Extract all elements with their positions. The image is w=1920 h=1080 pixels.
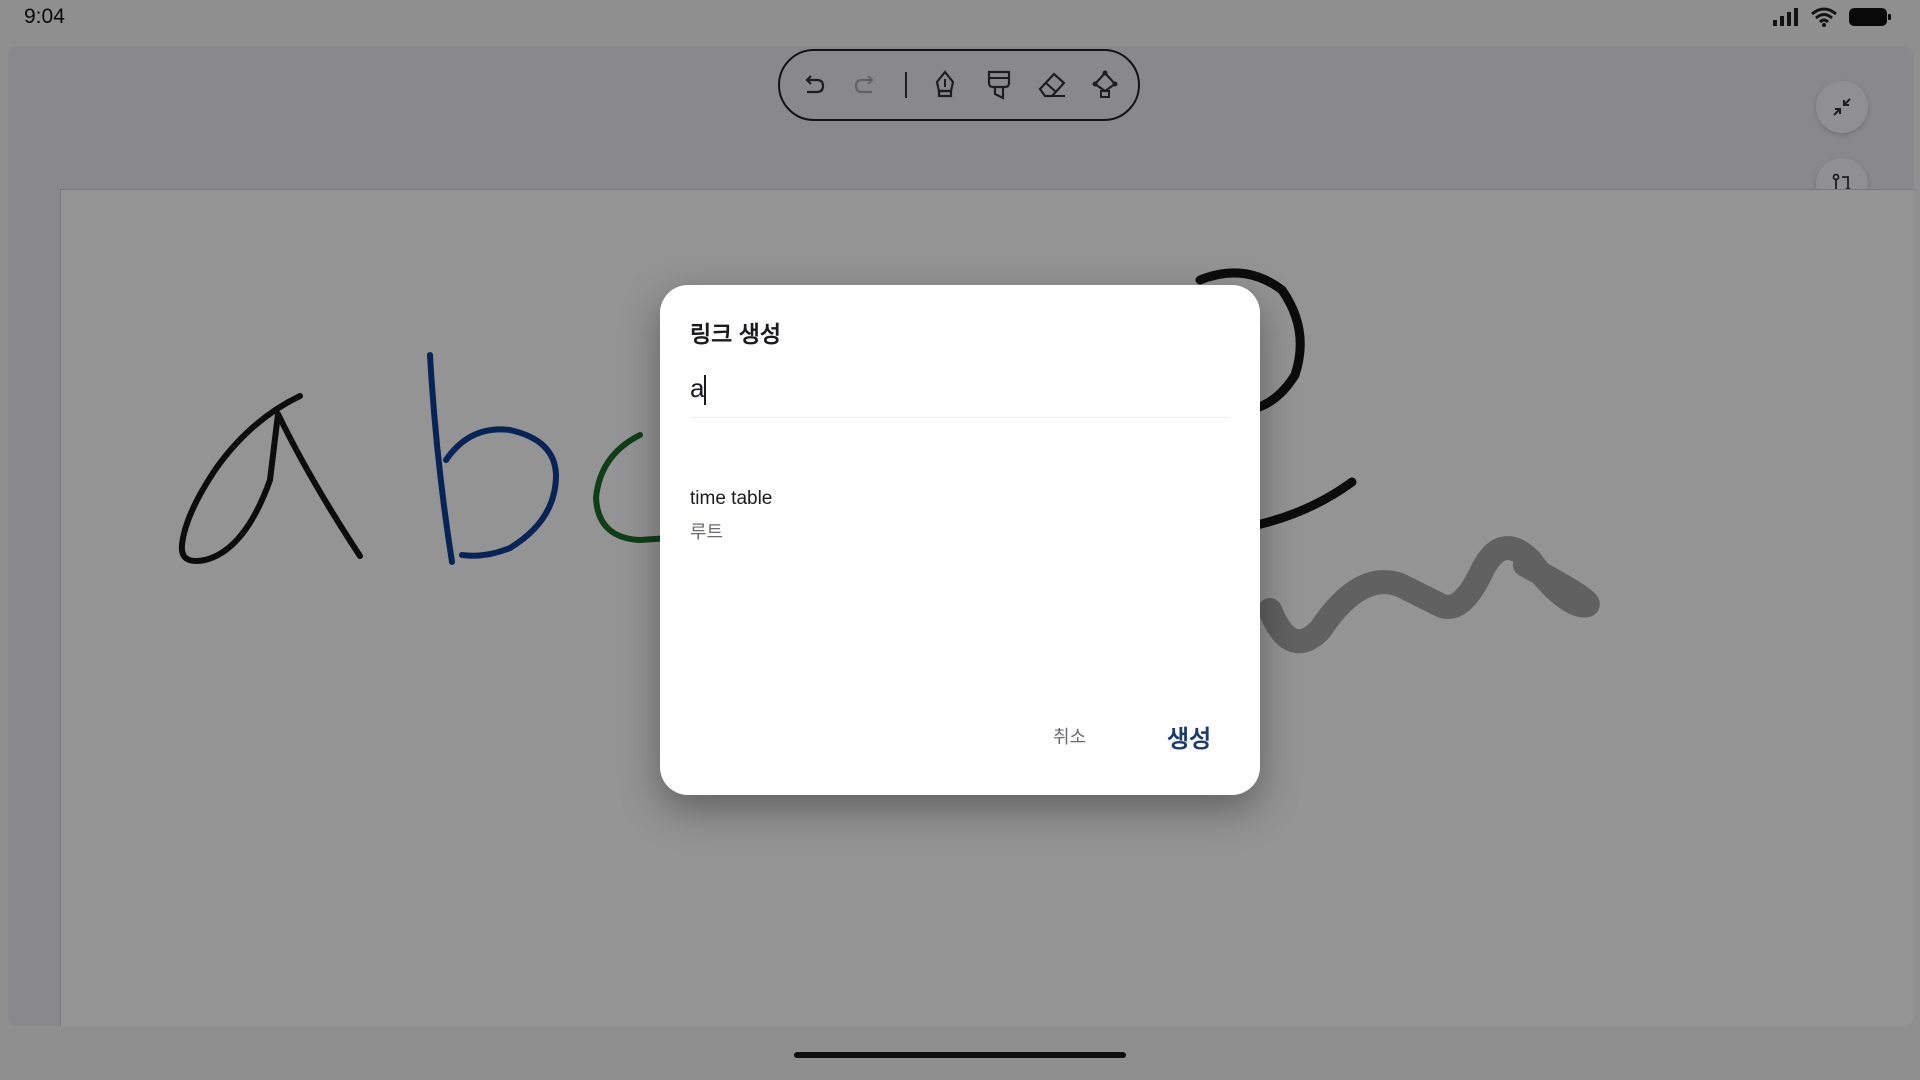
- create-button[interactable]: 생성: [1167, 719, 1211, 754]
- dialog-title: 링크 생성: [690, 321, 782, 347]
- suggestion-subtitle: 루트: [690, 522, 724, 542]
- suggestion-item[interactable]: time table 루트: [690, 488, 1230, 558]
- link-input[interactable]: [690, 373, 1230, 404]
- text-caret: [704, 375, 706, 405]
- link-input-field[interactable]: [690, 373, 1230, 418]
- suggestion-title: time table: [690, 488, 773, 509]
- cancel-button[interactable]: 취소: [1053, 723, 1086, 749]
- create-link-dialog: 링크 생성 time table 루트 취소 생성: [660, 285, 1260, 795]
